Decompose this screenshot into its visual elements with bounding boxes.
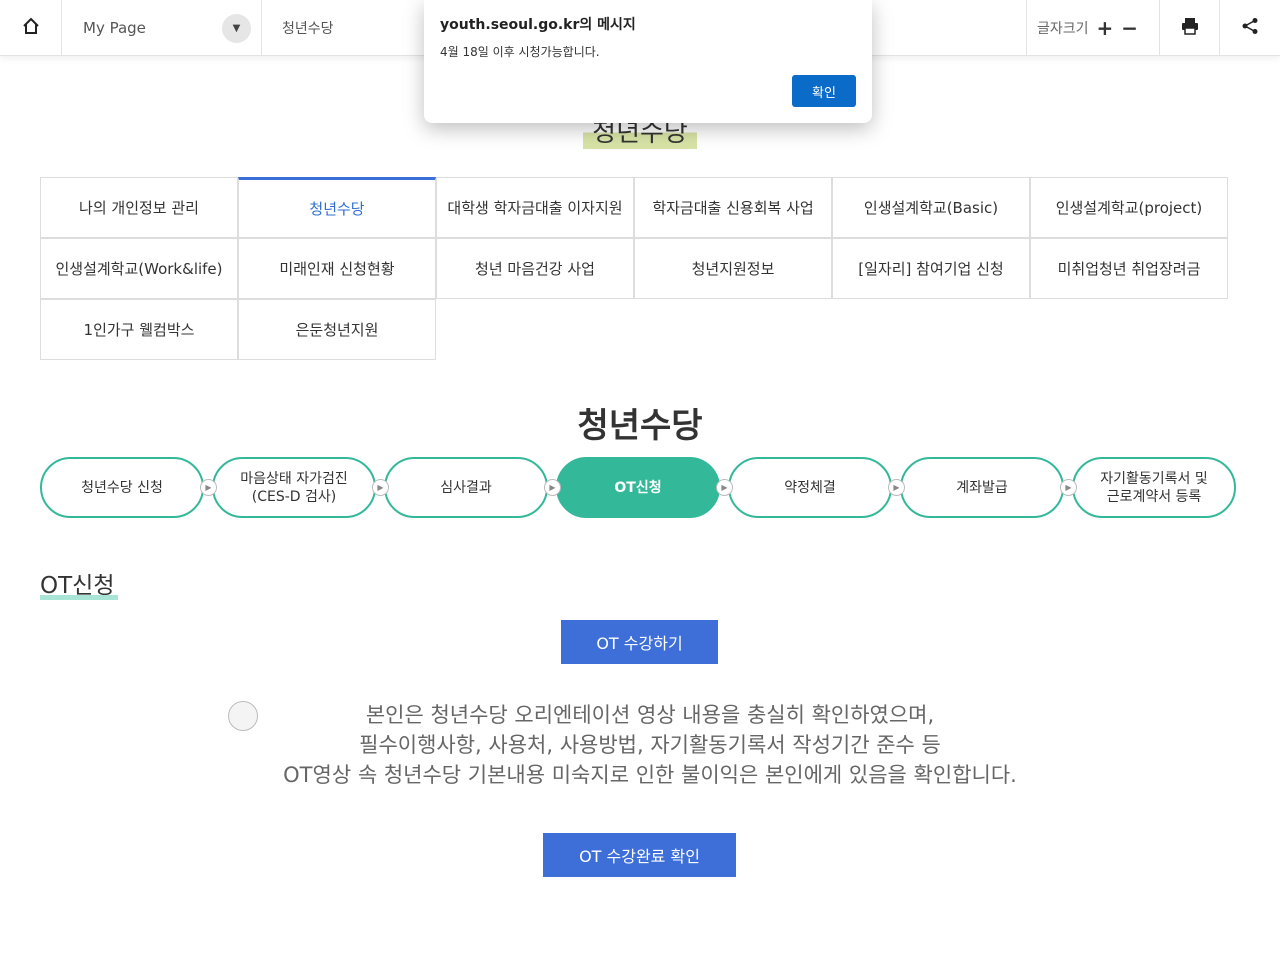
menu-item[interactable]: 청년지원정보 [634,238,832,299]
menu-item[interactable]: 대학생 학자금대출 이자지원 [436,177,634,238]
confirm-line-1: 본인은 청년수당 오리엔테이션 영상 내용을 충실히 확인하였으며, [365,703,935,727]
step-label-line1: 마음상태 자가검진 [240,470,348,487]
confirm-line-2: 필수이행사항, 사용처, 사용방법, 자기활동기록서 작성기간 준수 등 [359,733,941,757]
sub-nav-current[interactable]: 청년수당 [262,0,432,56]
menu-item[interactable]: 학자금대출 신용회복 사업 [634,177,832,238]
mypage-select[interactable]: My Page ▼ [62,0,262,56]
menu-item[interactable]: [일자리] 참여기업 신청 [832,238,1030,299]
step-item[interactable]: 마음상태 자가검진 (CES-D 검사) [212,457,376,518]
menu-item[interactable]: 청년 마음건강 사업 [436,238,634,299]
step-arrow-icon: ▶ [544,479,561,496]
step-arrow-icon: ▶ [888,479,905,496]
step-item[interactable]: OT신청 [556,457,720,518]
section-title: 청년수당 [577,406,703,446]
step-item[interactable]: 약정체결 [728,457,892,518]
step-label-line1: 약정체결 [784,479,836,496]
menu-item[interactable]: 미래인재 신청현황 [238,238,436,299]
ot-watch-button[interactable]: OT 수강하기 [561,620,718,664]
menu-item[interactable]: 인생설계학교(project) [1030,177,1228,238]
step-item[interactable]: 자기활동기록서 및 근로계약서 등록 [1072,457,1236,518]
step-label: 계좌발급 [956,479,1008,497]
step-label-line2: 근로계약서 등록 [1106,488,1202,505]
menu-item[interactable]: 미취업청년 취업장려금 [1030,238,1228,299]
print-icon [1181,17,1199,39]
step-arrow-icon: ▶ [716,479,733,496]
step-label: 청년수당 신청 [81,479,163,497]
home-button[interactable] [0,0,62,56]
menu-item[interactable]: 인생설계학교(Basic) [832,177,1030,238]
step-item[interactable]: 심사결과 [384,457,548,518]
font-size-decrease-button[interactable]: − [1121,16,1138,40]
chevron-down-icon[interactable]: ▼ [222,14,251,43]
menu-item[interactable]: 청년수당 [238,177,436,238]
dialog-message: 4월 18일 이후 시청가능합니다. [440,45,600,59]
share-icon [1241,17,1259,39]
sub-heading: OT신청 [40,566,118,600]
mypage-label: My Page [83,19,146,37]
menu-item[interactable]: 1인가구 웰컴박스 [40,299,238,360]
confirm-line-3: OT영상 속 청년수당 기본내용 미숙지로 인한 불이익은 본인에게 있음을 확… [283,763,1017,787]
step-label-line1: 청년수당 신청 [81,479,163,496]
step-label-line1: OT신청 [614,479,662,496]
step-label-line2: (CES-D 검사) [251,488,337,505]
step-label-line1: 심사결과 [440,479,492,496]
font-size-label: 글자크기 [1037,21,1089,37]
menu-item[interactable]: 인생설계학교(Work&life) [40,238,238,299]
sub-nav-label: 청년수당 [282,21,334,37]
step-label: 심사결과 [440,479,492,497]
sub-heading-underline [40,595,118,600]
step-label: 약정체결 [784,479,836,497]
menu-item[interactable]: 나의 개인정보 관리 [40,177,238,238]
dialog-ok-button[interactable]: 확인 [792,75,856,107]
step-label-line1: 자기활동기록서 및 [1100,470,1208,487]
font-size-control: 글자크기 + − [1026,0,1160,56]
step-label-line1: 계좌발급 [956,479,1008,496]
home-icon [22,17,40,39]
step-arrow-icon: ▶ [1060,479,1077,496]
share-button[interactable] [1220,0,1280,56]
step-label: OT신청 [614,479,661,497]
step-arrow-icon: ▶ [200,479,217,496]
step-arrow-icon: ▶ [372,479,389,496]
menu-item[interactable]: 은둔청년지원 [238,299,436,360]
confirm-statement: 본인은 청년수당 오리엔테이션 영상 내용을 충실히 확인하였으며, 필수이행사… [240,700,1060,790]
dialog-title: youth.seoul.go.kr의 메시지 [440,17,636,33]
step-label: 마음상태 자가검진 (CES-D 검사) [240,470,348,506]
step-item[interactable]: 청년수당 신청 [40,457,204,518]
step-label: 자기활동기록서 및 근로계약서 등록 [1100,470,1208,506]
font-size-increase-button[interactable]: + [1097,16,1114,40]
ot-complete-button[interactable]: OT 수강완료 확인 [543,833,736,877]
step-item[interactable]: 계좌발급 [900,457,1064,518]
alert-dialog: youth.seoul.go.kr의 메시지 4월 18일 이후 시청가능합니다… [424,0,872,123]
print-button[interactable] [1160,0,1220,56]
